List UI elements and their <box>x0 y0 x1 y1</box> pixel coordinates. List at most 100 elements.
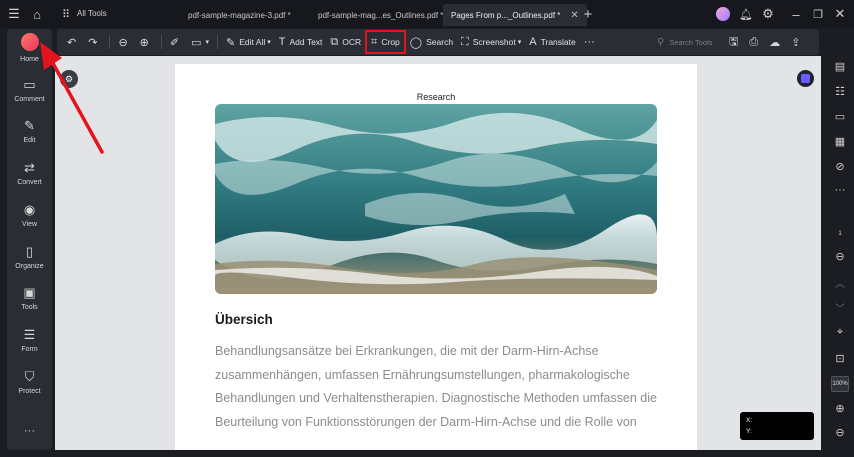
new-tab-icon[interactable]: + <box>578 4 598 24</box>
title-bar: ☰ ⌂ ⠿ All Tools pdf-sample-magazine-3.pd… <box>0 0 854 28</box>
edit-all-button[interactable]: ✎ Edit All ▾ <box>222 29 275 55</box>
highlight-button[interactable]: ✐ <box>166 29 187 55</box>
tab-document-2[interactable]: pdf-sample-mag...es_Outlines.pdf * <box>310 4 451 26</box>
document-canvas[interactable]: ⚙ Research Übersich Behandlungsansätze b… <box>55 56 821 450</box>
home-icon[interactable]: ⌂ <box>27 4 47 24</box>
ocr-button[interactable]: ⧉ OCR <box>326 29 365 55</box>
chevron-down-icon: ▾ <box>205 39 210 46</box>
attachment-icon[interactable]: ⊘ <box>826 160 854 173</box>
translate-icon: A <box>529 36 537 48</box>
chevron-up-icon[interactable]: ︿ <box>826 275 854 290</box>
toolbar: ↶ ↷ ⊖ ⊕ ✐ ▭ ▾ ✎ Edit All ▾ T Add Text ⧉ OCR ⌗… <box>57 29 819 55</box>
select-cursor-icon[interactable]: ⌖ <box>826 326 854 339</box>
page-header: Research <box>416 92 456 102</box>
add-text-button[interactable]: T Add Text <box>275 29 327 55</box>
filter-settings-icon[interactable]: ⚙ <box>60 70 78 88</box>
restore-icon[interactable]: ❐ <box>808 4 828 24</box>
right-sidebar: ▤ ☷ ▭ ▦ ⊘ ··· 1 ⊖ ︿ ﹀ ⌖ ⊡ 100% ⊕ ⊖ <box>826 56 854 450</box>
ai-assistant-icon[interactable] <box>797 70 814 87</box>
thumbnails-icon[interactable]: ▤ <box>826 60 854 73</box>
save-icon[interactable]: 🖫︎ <box>729 33 738 52</box>
zoom-level[interactable]: 100% <box>826 376 854 392</box>
zoom-out-icon: ⊖ <box>118 36 128 49</box>
comment-panel-icon[interactable]: ▭ <box>826 110 854 123</box>
page-number[interactable]: 1 <box>826 230 854 237</box>
zoom-out-button[interactable]: ⊖ <box>114 29 135 55</box>
bookmark-icon[interactable]: ▦ <box>826 135 854 148</box>
undo-button[interactable]: ↶ <box>63 29 84 55</box>
section-heading: Übersich <box>215 312 273 327</box>
sidebar-item-protect[interactable]: ⛉ Protect <box>7 369 52 395</box>
comment-icon: ▭ <box>23 77 36 92</box>
pdf-page: Research Übersich Behandlungsansätze bei… <box>175 64 697 450</box>
tools-icon: ▣ <box>23 285 36 300</box>
left-sidebar: Home ▭ Comment ✎ Edit ⇄ Convert ◉ View ▯… <box>7 29 52 450</box>
tab-document-3[interactable]: Pages From p..._Outlines.pdf * ✕ <box>443 4 587 26</box>
menu-icon[interactable]: ☰ <box>4 4 24 24</box>
search-tools-field[interactable]: ⚲ Search Tools <box>657 29 713 55</box>
sidebar-item-view[interactable]: ◉ View <box>7 202 52 228</box>
undo-icon: ↶ <box>67 36 77 49</box>
more-icon[interactable]: ··· <box>7 425 52 437</box>
organize-icon: ▯ <box>25 244 34 259</box>
sidebar-item-form[interactable]: ☰ Form <box>7 327 52 353</box>
search-button[interactable]: ◯ Search <box>406 29 457 55</box>
screenshot-button[interactable]: ⛶ Screenshot ▾ <box>457 29 525 55</box>
cursor-coordinates: X: Y: <box>740 412 814 440</box>
edit-icon: ✎ <box>226 36 236 49</box>
sidebar-item-home[interactable]: Home <box>7 33 52 63</box>
zoom-out-icon[interactable]: ⊖ <box>826 426 854 439</box>
ocean-wave-image <box>215 104 657 294</box>
cloud-upload-icon[interactable]: ☁ <box>769 36 780 49</box>
redo-button[interactable]: ↷ <box>84 29 105 55</box>
zoom-out-icon[interactable]: ⊖ <box>826 250 854 263</box>
sidebar-item-tools[interactable]: ▣ Tools <box>7 285 52 311</box>
avatar[interactable] <box>716 7 730 21</box>
body-paragraph: Behandlungsansätze bei Erkrankungen, die… <box>215 344 657 429</box>
tab-document-1[interactable]: pdf-sample-magazine-3.pdf * <box>180 4 299 26</box>
close-window-icon[interactable]: ✕ <box>830 4 850 24</box>
edit-icon: ✎ <box>24 118 35 133</box>
search-icon: ◯ <box>409 36 423 49</box>
form-icon: ☰ <box>23 327 36 342</box>
share-icon[interactable]: ⇪ <box>791 36 800 49</box>
zoom-in-button[interactable]: ⊕ <box>136 29 157 55</box>
chevron-down-icon[interactable]: ﹀ <box>826 300 854 315</box>
zoom-in-icon: ⊕ <box>139 36 149 49</box>
divider <box>217 35 219 49</box>
more-tools-icon[interactable]: ··· <box>580 29 599 55</box>
text-icon: T <box>278 36 286 48</box>
home-icon <box>20 33 39 51</box>
screenshot-icon: ⛶ <box>461 35 469 48</box>
minimize-icon[interactable]: – <box>786 4 806 24</box>
properties-icon[interactable]: ☷ <box>826 85 854 98</box>
fit-page-icon[interactable]: ⊡ <box>826 352 854 365</box>
divider <box>160 35 162 49</box>
highlighter-icon: ✐ <box>169 36 180 49</box>
bell-icon[interactable]: 🔔︎ <box>736 4 756 24</box>
chevron-down-icon: ▾ <box>267 39 271 46</box>
shape-button[interactable]: ▭ ▾ <box>187 29 213 55</box>
chevron-down-icon: ▾ <box>517 39 522 46</box>
redo-icon: ↷ <box>88 36 98 49</box>
more-icon[interactable]: ··· <box>826 184 854 196</box>
sidebar-item-convert[interactable]: ⇄ Convert <box>7 160 52 186</box>
all-tools-link[interactable]: All Tools <box>77 9 107 18</box>
search-icon: ⚲ <box>657 36 665 48</box>
sidebar-item-comment[interactable]: ▭ Comment <box>7 77 52 103</box>
ocr-icon: ⧉ <box>330 35 339 48</box>
view-icon: ◉ <box>23 202 36 217</box>
zoom-in-icon[interactable]: ⊕ <box>826 402 854 415</box>
sidebar-item-edit[interactable]: ✎ Edit <box>7 118 52 144</box>
translate-button[interactable]: A Translate <box>525 29 579 55</box>
crop-icon: ⌗ <box>371 35 378 48</box>
rectangle-icon: ▭ <box>191 36 202 49</box>
sidebar-item-organize[interactable]: ▯ Organize <box>7 244 52 270</box>
grid-icon[interactable]: ⠿ <box>56 4 76 24</box>
gear-icon[interactable]: ⚙ <box>758 4 778 24</box>
divider <box>109 35 111 49</box>
print-icon[interactable]: ⎙ <box>749 36 758 49</box>
crop-button[interactable]: ⌗ Crop <box>365 30 406 54</box>
convert-icon: ⇄ <box>24 160 35 175</box>
protect-icon: ⛉ <box>24 369 35 384</box>
